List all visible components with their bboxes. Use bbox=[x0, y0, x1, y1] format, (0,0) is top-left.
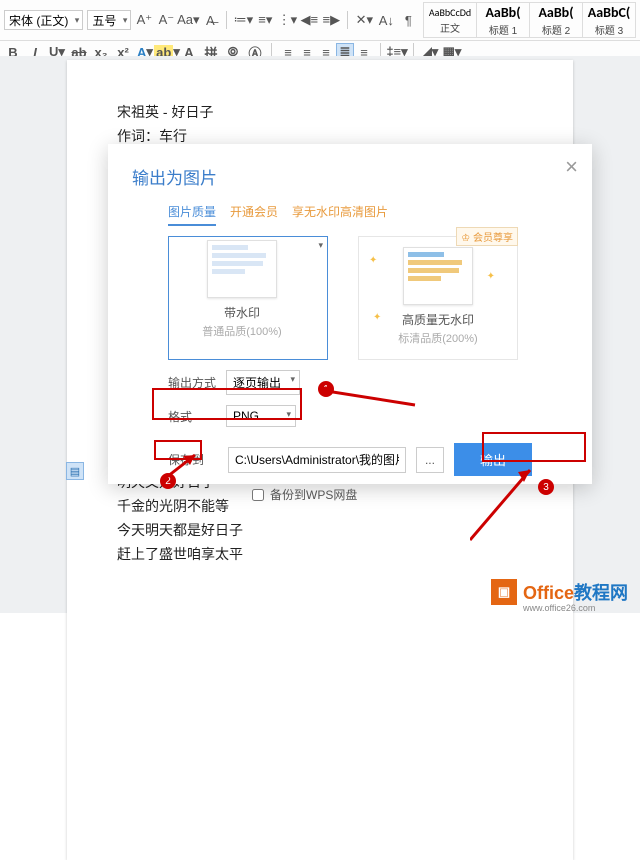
close-icon[interactable]: × bbox=[565, 154, 578, 180]
ribbon-row-1: 宋体 (正文) 五号 A⁺ A⁻ Aa▾ A̶ ≔▾ ≡▾ ⋮▾ ◀≡ ≡▶ ✕… bbox=[0, 0, 640, 41]
change-case-icon[interactable]: Aa▾ bbox=[179, 11, 197, 29]
callout-arrow-2 bbox=[155, 450, 215, 495]
site-watermark: ▣ Office教程网 www.office26.com bbox=[491, 579, 628, 605]
font-name-select[interactable]: 宋体 (正文) bbox=[4, 10, 83, 30]
style-h1[interactable]: AaBb(标题 1 bbox=[476, 2, 530, 38]
browse-button[interactable]: ... bbox=[416, 447, 444, 473]
section-marker-icon[interactable]: ▤ bbox=[66, 462, 84, 480]
clear-format-icon[interactable]: A̶ bbox=[201, 11, 219, 29]
numbering-icon[interactable]: ≡▾ bbox=[256, 11, 274, 29]
quality-nowatermark-card[interactable]: ♔ 会员尊享 ✦✦✦ 高质量无水印 标清品质(200%) bbox=[358, 236, 518, 360]
text-dir-icon[interactable]: ✕▾ bbox=[355, 11, 373, 29]
font-size-select[interactable]: 五号 bbox=[87, 10, 131, 30]
indent-right-icon[interactable]: ≡▶ bbox=[322, 11, 340, 29]
card-sub: 标清品质(200%) bbox=[398, 330, 477, 346]
vip-label[interactable]: 开通会员 bbox=[230, 203, 278, 226]
format-label: 格式 bbox=[168, 408, 218, 425]
doc-line: 今天明天都是好日子 bbox=[117, 518, 523, 542]
callout-arrow-1 bbox=[320, 385, 430, 420]
export-image-dialog: 输出为图片 × 图片质量 开通会员 享无水印高清图片 带水印 普通品质(100%… bbox=[108, 144, 592, 484]
style-h2[interactable]: AaBb(标题 2 bbox=[529, 2, 583, 38]
format-select[interactable]: PNG bbox=[226, 405, 296, 427]
shrink-font-icon[interactable]: A⁻ bbox=[157, 11, 175, 29]
style-gallery[interactable]: AaBbCcDd正文 AaBb(标题 1 AaBb(标题 2 AaBbC(标题 … bbox=[424, 2, 636, 38]
backup-label: 备份到WPS网盘 bbox=[270, 486, 357, 503]
logo-icon: ▣ bbox=[491, 579, 517, 605]
doc-line: 宋祖英 - 好日子 bbox=[117, 100, 523, 124]
indent-left-icon[interactable]: ◀≡ bbox=[300, 11, 318, 29]
vip-badge: ♔ 会员尊享 bbox=[456, 227, 518, 246]
backup-checkbox[interactable] bbox=[252, 489, 264, 501]
show-marks-icon[interactable]: ¶ bbox=[399, 11, 417, 29]
save-path-input[interactable] bbox=[228, 447, 406, 473]
quality-tabs: 图片质量 开通会员 享无水印高清图片 bbox=[168, 203, 568, 226]
site-url: www.office26.com bbox=[523, 603, 595, 613]
thumb-preview bbox=[403, 247, 473, 305]
doc-line: 赶上了盛世咱享太平 bbox=[117, 542, 523, 566]
tab-image-quality[interactable]: 图片质量 bbox=[168, 203, 216, 226]
quality-watermark-card[interactable]: 带水印 普通品质(100%) bbox=[168, 236, 328, 360]
vip-msg: 享无水印高清图片 bbox=[292, 203, 388, 226]
bullets-icon[interactable]: ≔▾ bbox=[234, 11, 252, 29]
sort-icon[interactable]: A↓ bbox=[377, 11, 395, 29]
output-mode-label: 输出方式 bbox=[168, 374, 218, 391]
dialog-title: 输出为图片 bbox=[132, 164, 568, 189]
callout-arrow-3 bbox=[470, 460, 570, 555]
multilevel-icon[interactable]: ⋮▾ bbox=[278, 11, 296, 29]
style-normal[interactable]: AaBbCcDd正文 bbox=[423, 2, 477, 38]
thumb-preview bbox=[207, 240, 277, 298]
style-h3[interactable]: AaBbC(标题 3 bbox=[582, 2, 636, 38]
card-title: 带水印 bbox=[224, 304, 260, 321]
output-mode-select[interactable]: 逐页输出 bbox=[226, 370, 300, 395]
grow-font-icon[interactable]: A⁺ bbox=[135, 11, 153, 29]
card-title: 高质量无水印 bbox=[402, 311, 474, 328]
card-sub: 普通品质(100%) bbox=[202, 323, 281, 339]
